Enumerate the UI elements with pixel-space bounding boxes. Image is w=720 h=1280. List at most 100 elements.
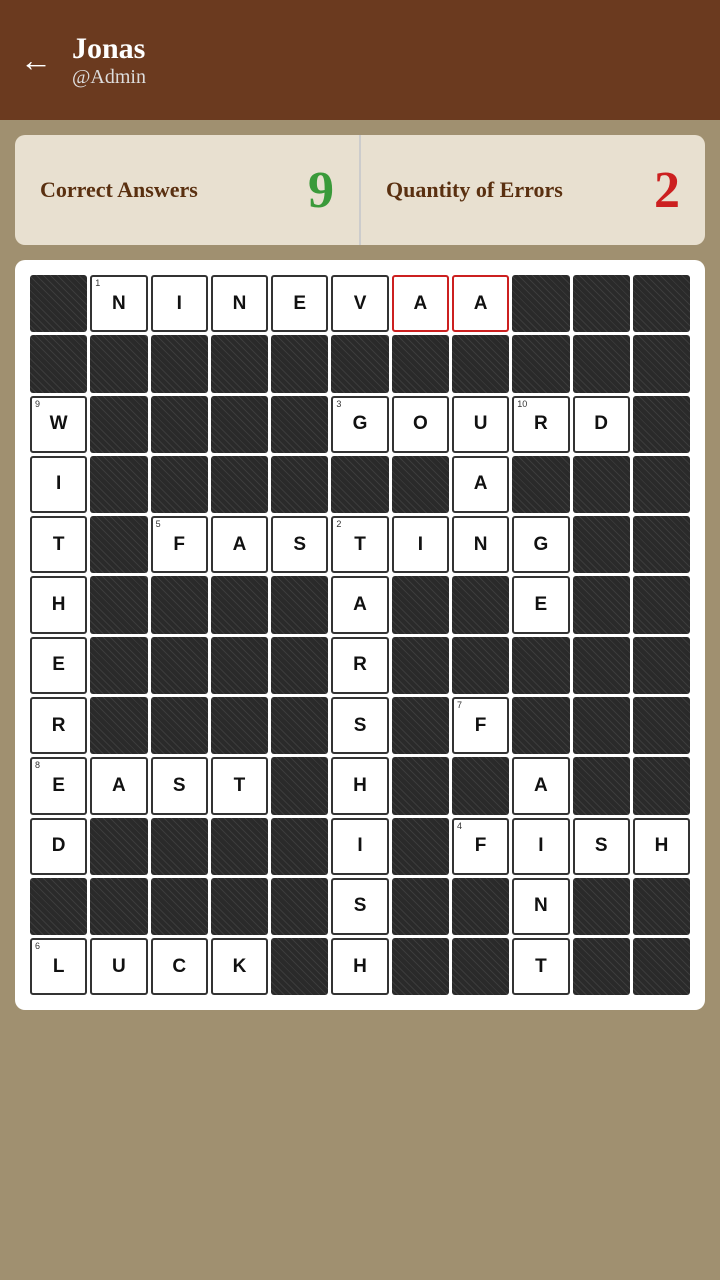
grid-cell[interactable]: H [331,938,388,995]
grid-cell[interactable] [151,576,208,633]
grid-cell[interactable] [151,878,208,935]
grid-cell[interactable] [211,878,268,935]
grid-cell[interactable] [271,878,328,935]
grid-cell[interactable]: 9W [30,396,87,453]
grid-cell[interactable] [211,396,268,453]
grid-cell[interactable] [392,335,449,392]
grid-cell[interactable] [633,878,690,935]
grid-cell[interactable] [151,335,208,392]
grid-cell[interactable] [211,335,268,392]
grid-cell[interactable] [30,878,87,935]
grid-cell[interactable] [90,335,147,392]
grid-cell[interactable]: T [30,516,87,573]
grid-cell[interactable]: A [392,275,449,332]
grid-cell[interactable] [211,456,268,513]
grid-cell[interactable] [512,637,569,694]
grid-cell[interactable] [633,637,690,694]
grid-cell[interactable] [151,637,208,694]
grid-cell[interactable] [512,275,569,332]
grid-cell[interactable] [90,516,147,573]
grid-cell[interactable] [271,818,328,875]
grid-cell[interactable]: T [211,757,268,814]
grid-cell[interactable] [633,275,690,332]
grid-cell[interactable]: D [573,396,630,453]
grid-cell[interactable] [30,275,87,332]
grid-cell[interactable] [633,396,690,453]
grid-cell[interactable] [452,637,509,694]
grid-cell[interactable] [211,637,268,694]
grid-cell[interactable] [573,637,630,694]
grid-cell[interactable] [512,335,569,392]
grid-cell[interactable]: 7F [452,697,509,754]
grid-cell[interactable] [271,335,328,392]
grid-cell[interactable]: I [392,516,449,573]
grid-cell[interactable]: 5F [151,516,208,573]
grid-cell[interactable] [271,396,328,453]
grid-cell[interactable] [573,938,630,995]
grid-cell[interactable] [452,757,509,814]
grid-cell[interactable] [211,697,268,754]
grid-cell[interactable] [151,697,208,754]
grid-cell[interactable]: 4F [452,818,509,875]
grid-cell[interactable] [573,576,630,633]
grid-cell[interactable]: S [331,878,388,935]
grid-cell[interactable]: S [151,757,208,814]
grid-cell[interactable] [151,818,208,875]
grid-cell[interactable]: S [271,516,328,573]
grid-cell[interactable] [573,335,630,392]
grid-cell[interactable] [573,697,630,754]
grid-cell[interactable]: 2T [331,516,388,573]
grid-cell[interactable]: E [30,637,87,694]
grid-cell[interactable] [633,576,690,633]
grid-cell[interactable] [392,576,449,633]
grid-cell[interactable] [90,396,147,453]
grid-cell[interactable] [271,757,328,814]
grid-cell[interactable] [90,818,147,875]
grid-cell[interactable] [633,697,690,754]
grid-cell[interactable]: K [211,938,268,995]
grid-cell[interactable]: S [331,697,388,754]
grid-cell[interactable]: N [512,878,569,935]
grid-cell[interactable] [392,878,449,935]
grid-cell[interactable]: R [331,637,388,694]
grid-cell[interactable] [633,938,690,995]
grid-cell[interactable]: I [512,818,569,875]
grid-cell[interactable] [392,456,449,513]
grid-cell[interactable]: O [392,396,449,453]
grid-cell[interactable]: A [452,275,509,332]
grid-cell[interactable] [392,637,449,694]
grid-cell[interactable] [573,275,630,332]
grid-cell[interactable] [30,335,87,392]
grid-cell[interactable]: U [452,396,509,453]
grid-cell[interactable]: C [151,938,208,995]
grid-cell[interactable] [392,818,449,875]
grid-cell[interactable]: I [30,456,87,513]
grid-cell[interactable]: R [30,697,87,754]
grid-cell[interactable] [392,757,449,814]
grid-cell[interactable]: D [30,818,87,875]
grid-cell[interactable] [90,637,147,694]
grid-cell[interactable]: 3G [331,396,388,453]
grid-cell[interactable] [452,576,509,633]
grid-cell[interactable]: I [151,275,208,332]
grid-cell[interactable] [633,757,690,814]
grid-cell[interactable]: N [211,275,268,332]
grid-cell[interactable]: 10R [512,396,569,453]
grid-cell[interactable] [151,456,208,513]
grid-cell[interactable] [331,335,388,392]
grid-cell[interactable] [90,697,147,754]
grid-cell[interactable]: A [331,576,388,633]
grid-cell[interactable] [331,456,388,513]
grid-cell[interactable] [271,576,328,633]
grid-cell[interactable]: 6L [30,938,87,995]
grid-cell[interactable] [211,818,268,875]
grid-cell[interactable] [90,576,147,633]
grid-cell[interactable] [211,576,268,633]
grid-cell[interactable]: S [573,818,630,875]
grid-cell[interactable] [633,516,690,573]
grid-cell[interactable] [271,456,328,513]
grid-cell[interactable] [90,456,147,513]
grid-cell[interactable] [512,456,569,513]
grid-cell[interactable] [271,938,328,995]
grid-cell[interactable] [452,878,509,935]
